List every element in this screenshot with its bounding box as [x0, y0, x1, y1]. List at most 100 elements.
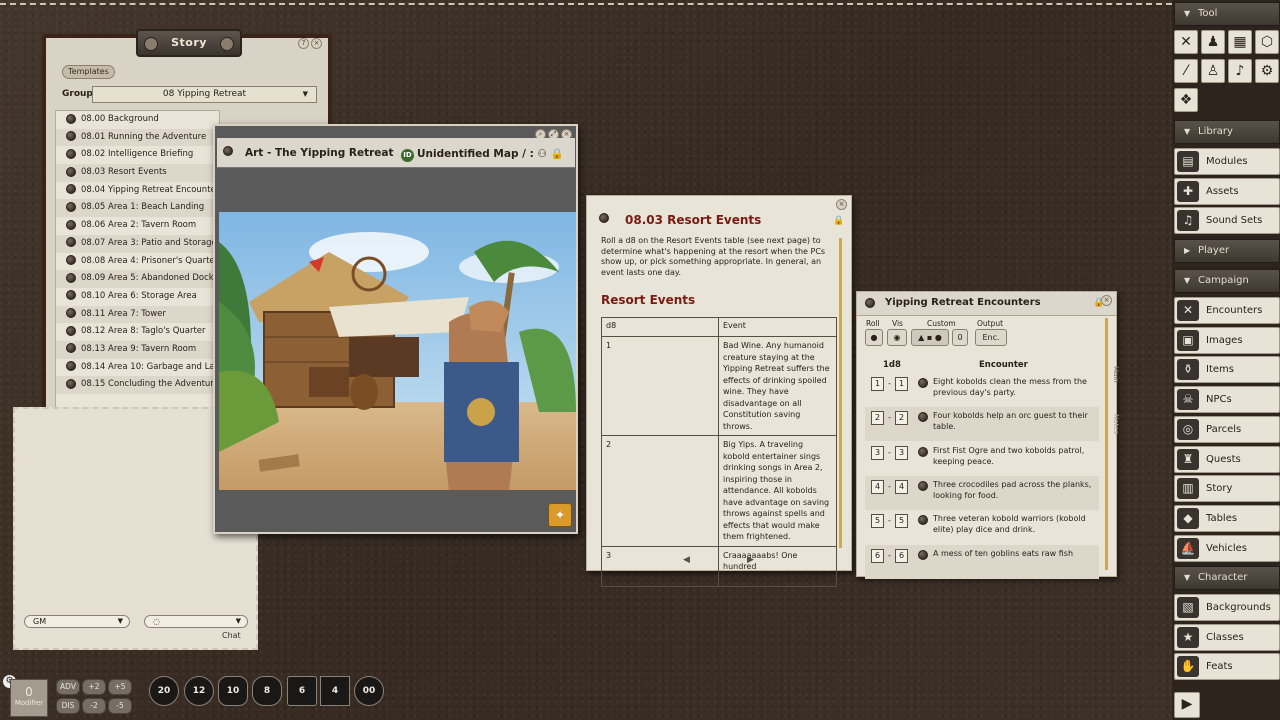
list-item[interactable]: 08.01 Running the Adventure — [56, 128, 219, 147]
table-row[interactable]: 5-5 Three veteran kobold warriors (kobold… — [865, 510, 1099, 544]
sidebar-item-vehicles[interactable]: ⛵ Vehicles — [1174, 534, 1280, 562]
link-dot-icon[interactable] — [918, 412, 928, 423]
chat-identity-select[interactable]: GM ▼ — [24, 615, 130, 628]
range-from-cell[interactable]: 3 — [871, 445, 884, 460]
range-from-cell[interactable]: 2 — [871, 411, 884, 426]
lock-icon[interactable]: 🔒 — [833, 216, 844, 226]
help-icon[interactable]: ? — [298, 38, 309, 49]
table-row[interactable]: 1-1 Eight kobolds clean the mess from the… — [865, 373, 1099, 407]
scrollbar[interactable] — [1105, 318, 1108, 570]
list-item[interactable]: 08.03 Resort Events — [56, 164, 219, 182]
plus-five-button[interactable]: +5 — [108, 679, 132, 695]
sidebar-section-player[interactable]: ▶ Player — [1174, 239, 1280, 263]
list-item[interactable]: 08.15 Concluding the Adventure — [56, 376, 219, 394]
plus-two-button[interactable]: +2 — [82, 679, 106, 695]
close-icon[interactable]: × — [836, 199, 847, 210]
dice-icon[interactable]: ⬡ — [1255, 30, 1279, 54]
list-item[interactable]: 08.05 Area 1: Beach Landing — [56, 199, 219, 218]
lock-icon[interactable]: 🔒 — [551, 148, 564, 160]
chat-send-button[interactable]: Chat — [222, 631, 248, 643]
range-from-cell[interactable]: 5 — [871, 514, 884, 529]
combat-tracker-icon[interactable]: ✕ — [1174, 30, 1198, 54]
link-dot-icon[interactable] — [918, 549, 928, 560]
list-item[interactable]: 08.14 Area 10: Garbage and Latrin — [56, 359, 219, 377]
link-dot-icon[interactable] — [66, 166, 76, 177]
sidebar-item-items[interactable]: ⚱ Items — [1174, 356, 1280, 384]
sidebar-item-story[interactable]: ▥ Story — [1174, 475, 1280, 503]
advantage-button[interactable]: ADV — [56, 679, 80, 695]
link-dot-icon[interactable] — [66, 113, 76, 124]
sidebar-item-backgrounds[interactable]: ▧ Backgrounds — [1174, 594, 1280, 621]
link-dot-icon[interactable] — [66, 255, 76, 265]
templates-button[interactable]: Templates — [62, 65, 115, 79]
chat-mood-select[interactable]: ◌ ▼ — [144, 615, 248, 628]
minus-five-button[interactable]: -5 — [108, 698, 132, 714]
disadvantage-button[interactable]: DIS — [56, 698, 80, 714]
sidebar-item-assets[interactable]: ✚ Assets — [1174, 177, 1280, 205]
close-icon[interactable]: × — [311, 38, 322, 49]
link-dot-icon[interactable] — [66, 290, 76, 301]
party-sheet-icon[interactable]: ♟ — [1201, 30, 1225, 54]
range-to-cell[interactable]: 4 — [895, 479, 908, 494]
link-dot-icon[interactable] — [918, 480, 928, 491]
d10-die-icon[interactable]: 10 — [218, 676, 248, 706]
sidebar-section-campaign[interactable]: ▼ Campaign — [1174, 269, 1280, 293]
sidebar-item-parcels[interactable]: ◎ Parcels — [1174, 415, 1280, 443]
list-item[interactable]: 08.00 Background — [56, 111, 219, 129]
calendar-icon[interactable]: ▦ — [1228, 30, 1252, 54]
visibility-eye-icon[interactable]: ◉ — [887, 329, 907, 346]
list-item[interactable]: 08.08 Area 4: Prisoner's Quarters — [56, 253, 219, 271]
link-dot-icon[interactable] — [66, 201, 76, 212]
range-from-cell[interactable]: 4 — [871, 479, 884, 494]
player-share-icon[interactable]: ⚇ — [537, 148, 546, 160]
list-item[interactable]: 08.11 Area 7: Tower — [56, 305, 219, 324]
list-item[interactable]: 08.04 Yipping Retreat Encounter — [56, 182, 219, 200]
previous-page-button[interactable]: ◀ — [683, 555, 690, 565]
gear-icon[interactable]: ⚙ — [1255, 59, 1279, 83]
list-item[interactable]: 08.02 Intelligence Briefing — [56, 146, 219, 164]
tab-notes[interactable]: Notes — [1108, 414, 1120, 434]
link-dot-icon[interactable] — [66, 361, 76, 372]
link-dot-icon[interactable] — [223, 146, 233, 156]
custom-dice-box[interactable]: ▲ ▪ ● — [911, 329, 949, 346]
character-icon[interactable]: ♙ — [1201, 59, 1225, 83]
tab-main[interactable]: Main — [1108, 366, 1120, 383]
link-dot-icon[interactable] — [66, 378, 76, 389]
table-row[interactable]: 4-4 Three crocodiles pad across the plank… — [865, 475, 1099, 510]
sidebar-item-encounters[interactable]: ✕ Encounters — [1174, 297, 1280, 324]
sidebar-item-modules[interactable]: ▤ Modules — [1174, 148, 1280, 175]
link-dot-icon[interactable] — [66, 148, 76, 159]
sidebar-section-character[interactable]: ▼ Character — [1174, 566, 1280, 590]
range-to-cell[interactable]: 5 — [895, 514, 908, 529]
d8-die-icon[interactable]: 8 — [252, 676, 282, 706]
list-item[interactable]: 08.07 Area 3: Patio and Storage To — [56, 234, 219, 253]
sidebar-item-quests[interactable]: ♜ Quests — [1174, 445, 1280, 473]
d6-die-icon[interactable]: 6 — [287, 676, 317, 706]
sidebar-section-tool[interactable]: ▼ Tool — [1174, 2, 1280, 26]
link-dot-icon[interactable] — [66, 184, 76, 195]
link-dot-icon[interactable] — [599, 213, 609, 223]
output-select[interactable]: Enc. — [975, 329, 1007, 346]
sidebar-item-sound-sets[interactable]: ♫ Sound Sets — [1174, 207, 1280, 235]
range-to-cell[interactable]: 1 — [895, 377, 908, 391]
roll-button[interactable]: ● — [865, 329, 883, 346]
range-to-cell[interactable]: 6 — [895, 548, 908, 563]
link-dot-icon[interactable] — [918, 446, 928, 457]
range-to-cell[interactable]: 2 — [895, 411, 908, 426]
lock-icon[interactable]: 🔒 — [1093, 298, 1104, 308]
link-dot-icon[interactable] — [66, 272, 76, 283]
link-dot-icon[interactable] — [918, 515, 928, 526]
d12-die-icon[interactable]: 12 — [184, 676, 214, 706]
link-dot-icon[interactable] — [66, 237, 76, 248]
sidebar-item-npcs[interactable]: ☠ NPCs — [1174, 386, 1280, 414]
group-select[interactable]: 08 Yipping Retreat ▼ — [92, 86, 317, 103]
list-item[interactable]: 08.06 Area 2: Tavern Room — [56, 217, 219, 235]
music-icon[interactable]: ♪ — [1228, 59, 1252, 83]
d4-die-icon[interactable]: 4 — [320, 676, 350, 706]
range-from-cell[interactable]: 6 — [871, 548, 884, 563]
link-dot-icon[interactable] — [66, 343, 76, 354]
sidebar-item-images[interactable]: ▣ Images — [1174, 326, 1280, 354]
modifier-box[interactable]: 0 Modifier — [10, 679, 48, 717]
extension-icon[interactable]: ❖ — [1174, 88, 1198, 112]
range-to-cell[interactable]: 3 — [895, 445, 908, 460]
